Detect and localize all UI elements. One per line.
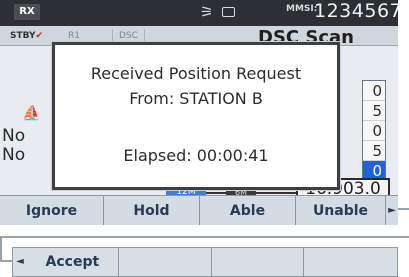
digit-cell: 5 (363, 101, 385, 121)
dialog-elapsed-time: Elapsed: 00:00:41 (123, 146, 269, 165)
mmsi-label: MMSI: (286, 4, 318, 14)
digit-cell: 5 (363, 141, 385, 161)
unable-button[interactable]: Unable (296, 196, 386, 225)
stby-tab: STBY✔ (4, 29, 49, 43)
list-item-label: No (2, 126, 26, 146)
connector-line (0, 260, 12, 262)
rx-indicator: RX (14, 4, 40, 20)
battery-icon (222, 7, 235, 17)
connector-line (0, 236, 409, 238)
connector-line (398, 208, 409, 210)
able-button[interactable]: Able (200, 196, 296, 225)
list-item-label: No (2, 145, 26, 165)
prev-page-arrow-icon[interactable]: ◄ (13, 248, 27, 276)
mmsi-value: 123456789 (314, 0, 398, 22)
dsc-tab: DSC (112, 29, 145, 43)
hold-button[interactable]: Hold (104, 196, 200, 225)
softkey-bar-page-2: ◄ Accept (12, 247, 398, 277)
r1-tab: R1 (68, 31, 80, 41)
ship-icon: ⛵ (22, 104, 41, 122)
dialog-title: Received Position Request (90, 64, 302, 83)
satellite-icon: ⚞ (200, 3, 214, 21)
empty-softkey[interactable] (304, 248, 397, 276)
ignore-button[interactable]: Ignore (0, 196, 104, 225)
next-page-arrow-icon[interactable]: ► (386, 196, 398, 225)
empty-softkey[interactable] (212, 248, 305, 276)
digit-cell: 0 (363, 121, 385, 141)
accept-button[interactable]: Accept (27, 248, 119, 276)
radio-screen: RX ⚞ MMSI: 123456789 STBY✔ R1 DSC DSC Sc… (0, 0, 398, 225)
empty-softkey[interactable] (119, 248, 212, 276)
status-bar: RX ⚞ MMSI: 123456789 (0, 0, 398, 26)
dialog-sender: From: STATION B (129, 89, 263, 108)
softkey-bar: Ignore Hold Able Unable ► (0, 195, 398, 225)
connector-line (0, 236, 2, 262)
channel-digit-column: 0 5 0 5 0 (362, 80, 386, 181)
position-request-dialog: Received Position Request From: STATION … (52, 42, 340, 190)
stby-label: STBY (10, 31, 36, 41)
digit-cell: 0 (363, 81, 385, 101)
stby-check-icon: ✔ (35, 31, 44, 41)
